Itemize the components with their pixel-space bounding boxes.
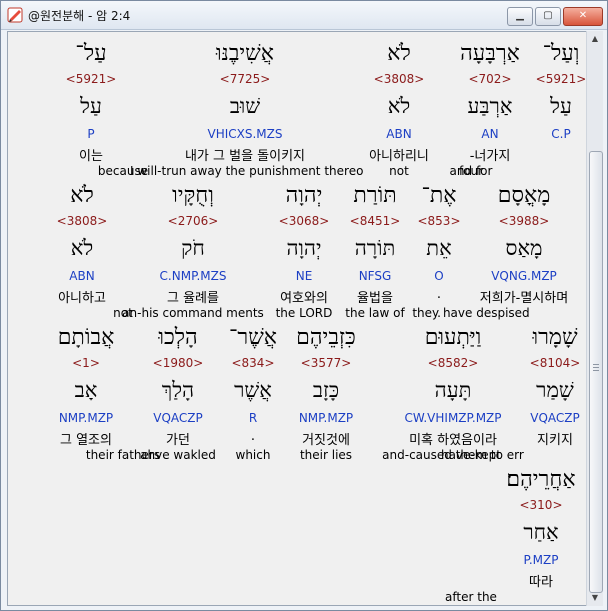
app-icon <box>7 7 23 23</box>
word-morph: P.MZP <box>523 553 559 567</box>
word-heb: אֲבוֹתָם <box>57 325 115 350</box>
word-eng: their fathers <box>85 448 161 462</box>
scroll-thumb[interactable] <box>589 151 603 593</box>
word-morph: P <box>87 127 95 141</box>
word-lemma: לֹא <box>70 236 94 260</box>
word-morph: ABN <box>69 269 95 283</box>
app-window: @원전분해 - 암 2:4 ▁ ▢ ✕ וְעַל־ <5921> עַל C.P an… <box>0 0 608 611</box>
word-strong: <310> <box>519 498 563 512</box>
word-kor: 그 열조의 <box>60 433 112 448</box>
word-morph: VHICXS.MZS <box>207 127 283 141</box>
word-eng: because <box>97 164 149 178</box>
word-heb: לֹא <box>387 41 411 66</box>
word-lemma: עַל <box>80 94 102 118</box>
word-lemma: שׁוּב <box>229 94 261 118</box>
word-morph: ABN <box>386 127 412 141</box>
scroll-down-arrow-icon[interactable]: ▼ <box>589 592 601 604</box>
word-strong: <5921> <box>65 72 117 86</box>
word-strong: <3808> <box>373 72 425 86</box>
word-lemma: אַחַר <box>523 520 559 544</box>
close-icon: ✕ <box>578 10 588 21</box>
maximize-button[interactable]: ▢ <box>535 7 561 26</box>
word-heb: אֲשִׁיבֶנּוּ <box>216 41 274 66</box>
word-kor: 이는 <box>79 149 103 164</box>
word-eng: after the <box>445 590 497 604</box>
vertical-scrollbar[interactable]: ▲ ▼ <box>586 31 603 606</box>
word-morph: NMP.MZP <box>58 411 114 425</box>
close-button[interactable]: ✕ <box>563 7 603 26</box>
word-kor: 따라 <box>529 575 553 590</box>
maximize-icon: ▢ <box>543 10 553 21</box>
word-heb: לֹא <box>70 183 94 208</box>
minimize-icon: ▁ <box>516 10 524 21</box>
word-strong: <7725> <box>219 72 271 86</box>
scroll-up-arrow-icon[interactable]: ▲ <box>589 33 601 45</box>
title-bar[interactable]: @원전분해 - 암 2:4 ▁ ▢ ✕ <box>1 1 607 30</box>
word-heb: אַחֲרֵיהֶם׃ <box>506 467 576 492</box>
word-eng: not <box>113 306 133 320</box>
word-kor: 아니하고 <box>58 291 106 306</box>
word-strong: <3808> <box>56 214 108 228</box>
word-lemma: אָב <box>74 378 98 402</box>
minimize-button[interactable]: ▁ <box>507 7 533 26</box>
word-lemma: לֹא <box>387 94 411 118</box>
window-title: @원전분해 - 암 2:4 <box>28 9 131 23</box>
analysis-panel: וְעַל־ <5921> עַל C.P and for אַרְבָּעָה <702>… <box>7 31 587 606</box>
word-heb: עַל־ <box>75 41 107 66</box>
word-strong: <1> <box>72 356 100 370</box>
grip-icon <box>593 364 599 372</box>
